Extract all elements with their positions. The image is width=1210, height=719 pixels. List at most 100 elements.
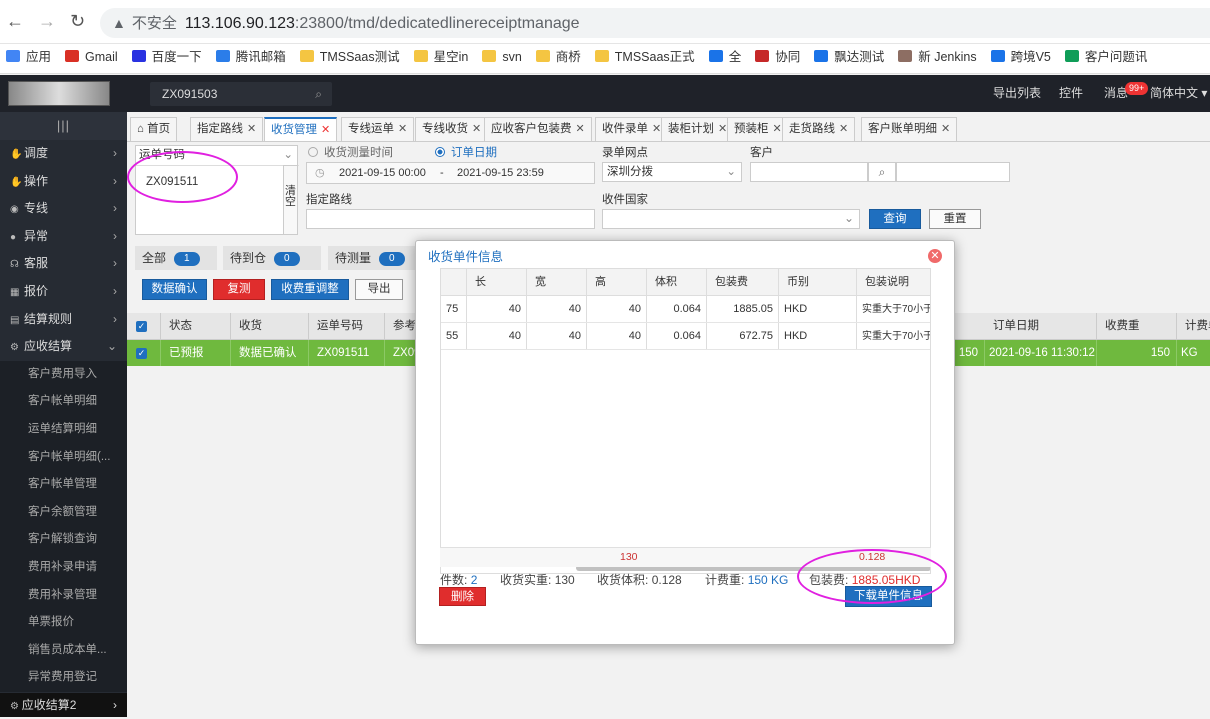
bookmark-item[interactable]: 新 Jenkins bbox=[898, 44, 984, 73]
col-height[interactable]: 高 bbox=[587, 269, 647, 295]
bookmark-item[interactable]: 百度一下 bbox=[131, 44, 210, 73]
controls-link[interactable]: 控件 bbox=[1059, 75, 1083, 112]
col-volume[interactable]: 体积 bbox=[647, 269, 707, 295]
bookmark-item[interactable]: 全 bbox=[708, 44, 750, 73]
sidebar-subitem[interactable]: 费用补录申请 bbox=[0, 553, 127, 582]
col-width[interactable]: 宽 bbox=[527, 269, 587, 295]
customer-code-input[interactable] bbox=[750, 162, 868, 182]
tab-7[interactable]: 装柜计划 ✕ bbox=[661, 117, 735, 141]
close-icon[interactable]: ✕ bbox=[941, 123, 950, 135]
radio-order-date[interactable]: 订单日期 bbox=[435, 144, 497, 160]
customer-name-input[interactable] bbox=[896, 162, 1010, 182]
bookmark-item[interactable]: 应用 bbox=[6, 44, 59, 73]
export-list-link[interactable]: 导出列表 bbox=[993, 75, 1041, 112]
sidebar-subitem[interactable]: 费用补录管理 bbox=[0, 581, 127, 610]
bookmark-item[interactable]: 协同 bbox=[755, 44, 808, 73]
tab-6[interactable]: 收件录单 ✕ bbox=[595, 117, 669, 141]
tab-3[interactable]: 专线运单 ✕ bbox=[341, 117, 415, 141]
close-icon[interactable]: ✕ bbox=[928, 249, 942, 263]
sidebar-subitem[interactable]: 客户余额管理 bbox=[0, 498, 127, 527]
tab-0[interactable]: ⌂ 首页 bbox=[130, 117, 178, 141]
address-bar[interactable]: ▲ 不安全 113.106.90.123:23800/tmd/dedicatedli… bbox=[100, 8, 1210, 38]
close-icon[interactable]: ✕ bbox=[839, 123, 848, 135]
close-icon[interactable]: ✕ bbox=[321, 124, 330, 136]
status-counter[interactable]: 待到仓 0 bbox=[223, 246, 321, 270]
sidebar-item-2[interactable]: ◉ 专线 › bbox=[0, 195, 127, 223]
sidebar-subitem[interactable]: 单票报价 bbox=[0, 609, 127, 637]
bookmark-item[interactable]: 腾讯邮箱 bbox=[215, 44, 294, 73]
charge-adjust-button[interactable]: 收费重调整 bbox=[271, 279, 349, 300]
col-unit[interactable]: 计费单 bbox=[1177, 313, 1210, 339]
delete-button[interactable]: 删除 bbox=[439, 587, 486, 606]
bookmark-item[interactable]: 飘达测试 bbox=[814, 44, 892, 73]
sidebar-item-4[interactable]: ☊ 客服 › bbox=[0, 250, 127, 278]
reset-button[interactable]: 重置 bbox=[929, 209, 981, 229]
sidebar-collapse-icon[interactable]: ||| bbox=[0, 112, 127, 140]
radio-measure-time[interactable]: 收货测量时间 bbox=[308, 144, 393, 160]
reload-icon[interactable]: ↻ bbox=[70, 11, 85, 32]
close-icon[interactable]: ✕ bbox=[718, 123, 727, 135]
status-counter[interactable]: 待测量 0 bbox=[328, 246, 418, 270]
sidebar-item-bottom[interactable]: ⚙ 应收结算2 › bbox=[0, 693, 127, 717]
data-confirm-button[interactable]: 数据确认 bbox=[142, 279, 207, 300]
sidebar-item-3[interactable]: ● 异常 › bbox=[0, 223, 127, 251]
col-order-date[interactable]: 订单日期 bbox=[985, 313, 1097, 339]
status-counter[interactable]: 全部 1 bbox=[135, 246, 217, 270]
bookmark-item[interactable]: 客户问题讯 bbox=[1064, 44, 1156, 73]
col-status[interactable]: 状态 bbox=[161, 313, 231, 339]
tab-8[interactable]: 预装柜 ✕ bbox=[727, 117, 789, 141]
col-charge-weight[interactable]: 收费重 bbox=[1097, 313, 1177, 339]
bookmark-item[interactable]: TMSSaas正式 bbox=[594, 44, 703, 73]
col-currency[interactable]: 币别 bbox=[779, 269, 857, 295]
sidebar-item-0[interactable]: ✋ 调度 › bbox=[0, 140, 127, 168]
piece-row[interactable]: 55 40 40 40 0.064 672.75 HKD 实重大于70小于 bbox=[441, 323, 930, 350]
customer-search-icon[interactable]: ⌕ bbox=[868, 162, 896, 182]
close-icon[interactable]: ✕ bbox=[773, 123, 782, 135]
search-icon[interactable]: ⌕ bbox=[315, 82, 322, 106]
sidebar-subitem[interactable]: 运单结算明细 bbox=[0, 415, 127, 444]
close-icon[interactable]: ✕ bbox=[576, 123, 585, 135]
col-packing-fee[interactable]: 包装费 bbox=[707, 269, 779, 295]
bookmark-item[interactable]: 星空in bbox=[413, 44, 477, 73]
sidebar-subitem[interactable]: 异常费用登记 bbox=[0, 664, 127, 692]
col-packing-desc[interactable]: 包装说明 bbox=[857, 269, 930, 295]
sidebar-item-7[interactable]: ⚙ 应收结算 ⌄ bbox=[0, 333, 127, 361]
select-all-checkbox[interactable]: ✓ bbox=[127, 313, 161, 339]
tab-10[interactable]: 客户账单明细 ✕ bbox=[861, 117, 958, 141]
piece-row[interactable]: 75 40 40 40 0.064 1885.05 HKD 实重大于70小于 bbox=[441, 296, 930, 323]
messages-link[interactable]: 消息 bbox=[1104, 75, 1128, 112]
bookmark-item[interactable]: 跨境V5 bbox=[990, 44, 1059, 73]
sidebar-subitem[interactable]: 客户帐单明细 bbox=[0, 388, 127, 416]
sidebar-item-5[interactable]: ▦ 报价 › bbox=[0, 278, 127, 306]
global-search-input[interactable]: ZX091503 ⌕ bbox=[150, 82, 332, 106]
col-length[interactable]: 长 bbox=[467, 269, 527, 295]
col-waybill[interactable]: 运单号码 bbox=[309, 313, 385, 339]
bookmark-item[interactable]: 商桥 bbox=[535, 44, 589, 73]
date-range-input[interactable]: ◷ 2021-09-15 00:00 - 2021-09-15 23:59 bbox=[306, 162, 595, 184]
row-checkbox[interactable]: ✓ bbox=[127, 340, 161, 366]
entry-point-select[interactable]: 深圳分拨 ⌄ bbox=[602, 162, 742, 182]
tab-9[interactable]: 走货路线 ✕ bbox=[782, 117, 856, 141]
country-select[interactable]: ⌄ bbox=[602, 209, 860, 229]
tab-5[interactable]: 应收客户包装费 ✕ bbox=[484, 117, 592, 141]
route-select[interactable] bbox=[306, 209, 595, 229]
col-receive[interactable]: 收货 bbox=[231, 313, 309, 339]
language-select[interactable]: 简体中文 ▾ bbox=[1150, 75, 1207, 112]
sidebar-subitem[interactable]: 客户帐单管理 bbox=[0, 471, 127, 499]
bookmark-item[interactable]: Gmail bbox=[65, 44, 126, 73]
recheck-button[interactable]: 复测 bbox=[213, 279, 265, 300]
query-button[interactable]: 查询 bbox=[869, 209, 921, 229]
forward-arrow-icon[interactable]: → bbox=[38, 11, 56, 32]
sidebar-item-1[interactable]: ✋ 操作 › bbox=[0, 168, 127, 196]
sidebar-item-6[interactable]: ▤ 结算规则 › bbox=[0, 306, 127, 334]
bookmark-item[interactable]: TMSSaas测试 bbox=[299, 44, 408, 73]
clear-button[interactable]: 清空 bbox=[283, 165, 298, 235]
back-arrow-icon[interactable]: ← bbox=[6, 11, 24, 32]
close-icon[interactable]: ✕ bbox=[247, 123, 256, 135]
tab-4[interactable]: 专线收货 ✕ bbox=[415, 117, 489, 141]
close-icon[interactable]: ✕ bbox=[652, 123, 661, 135]
bookmark-item[interactable]: svn bbox=[482, 44, 529, 73]
export-button[interactable]: 导出 bbox=[355, 279, 403, 300]
sidebar-subitem[interactable]: 客户费用导入 bbox=[0, 360, 127, 389]
close-icon[interactable]: ✕ bbox=[472, 123, 481, 135]
